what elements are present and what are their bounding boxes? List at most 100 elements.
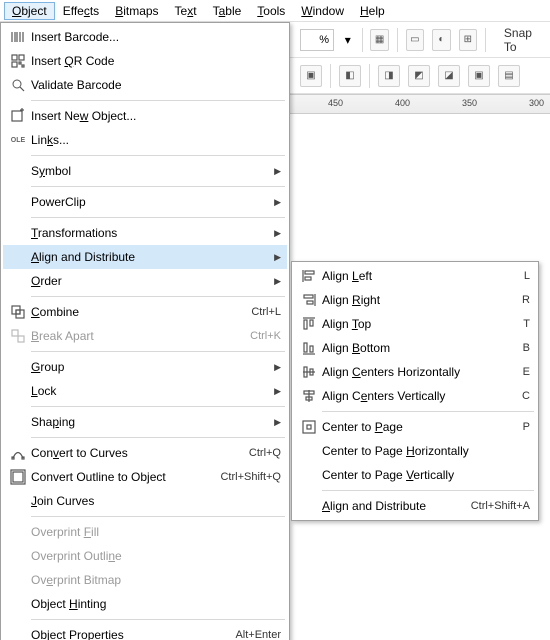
toolbar-align-button-4[interactable]: ◩ [408,65,430,87]
blank-icon [7,490,29,512]
menu-item-insert-qr[interactable]: Insert QR Code [3,49,287,73]
menu-item-validate-barcode[interactable]: Validate Barcode [3,73,287,97]
menu-item-group[interactable]: Group ▶ [3,355,287,379]
snap-to-dropdown[interactable]: Snap To [494,23,550,57]
menu-item-center-to-page-horiz[interactable]: Center to Page Horizontally [294,439,536,463]
menubar-item-help[interactable]: Help [352,2,393,20]
menu-item-center-to-page-vert[interactable]: Center to Page Vertically [294,463,536,487]
menu-item-transformations[interactable]: Transformations ▶ [3,221,287,245]
menu-separator [31,619,285,620]
menu-item-center-to-page[interactable]: Center to Page P [294,415,536,439]
menubar-item-object[interactable]: Object [4,2,55,20]
menubar-item-effects[interactable]: Effects [55,2,107,20]
menu-item-align-and-distribute[interactable]: Align and Distribute ▶ [3,245,287,269]
menu-item-join-curves[interactable]: Join Curves [3,489,287,513]
menu-item-label: Overprint Bitmap [29,573,281,587]
toolbar-align-button-6[interactable]: ▣ [468,65,490,87]
menu-item-align-right[interactable]: Align Right R [294,288,536,312]
align-left-icon [298,265,320,287]
object-menu: Insert Barcode... Insert QR Code Validat… [0,22,290,640]
menu-item-align-and-distribute-dialog[interactable]: Align and Distribute Ctrl+Shift+A [294,494,536,518]
zoom-level-field[interactable]: % [300,29,334,51]
menu-item-convert-outline[interactable]: Convert Outline to Object Ctrl+Shift+Q [3,465,287,489]
menu-item-label: Order [29,274,267,288]
menu-item-label: Break Apart [29,329,238,343]
menubar-item-table[interactable]: Table [205,2,250,20]
menu-item-object-hinting[interactable]: Object Hinting [3,592,287,616]
zoom-percent-label: % [319,34,329,46]
menu-item-align-centers-horiz[interactable]: Align Centers Horizontally E [294,360,536,384]
blank-icon [7,411,29,433]
toolbar-separator [330,64,331,88]
toolbar-align-button-7[interactable]: ▤ [498,65,520,87]
menu-item-shortcut: E [511,366,530,378]
menu-item-align-centers-vert[interactable]: Align Centers Vertically C [294,384,536,408]
menubar-item-tools[interactable]: Tools [249,2,293,20]
toolbar-button-3[interactable]: ◐ [432,29,450,51]
menu-item-insert-new-object[interactable]: Insert New Object... [3,104,287,128]
menu-item-object-properties[interactable]: Object Properties Alt+Enter [3,623,287,640]
menu-item-label: Join Curves [29,494,281,508]
menu-item-links[interactable]: OLE Links... [3,128,287,152]
menubar-item-text[interactable]: Text [167,2,205,20]
menubar-item-window[interactable]: Window [293,2,352,20]
zoom-dropdown-icon[interactable]: ▾ [342,33,354,47]
menu-item-combine[interactable]: Combine Ctrl+L [3,300,287,324]
menu-item-align-top[interactable]: Align Top T [294,312,536,336]
menu-item-align-left[interactable]: Align Left L [294,264,536,288]
menu-item-shaping[interactable]: Shaping ▶ [3,410,287,434]
toolbar-align-button-2[interactable]: ◧ [339,65,361,87]
menu-item-lock[interactable]: Lock ▶ [3,379,287,403]
ruler-tick-label: 400 [395,98,410,108]
menu-item-order[interactable]: Order ▶ [3,269,287,293]
menu-item-align-bottom[interactable]: Align Bottom B [294,336,536,360]
menu-item-powerclip[interactable]: PowerClip ▶ [3,190,287,214]
toolbar-button-2[interactable]: ▭ [406,29,424,51]
blank-icon [7,246,29,268]
menu-item-label: Lock [29,384,267,398]
menu-item-shortcut: C [510,390,530,402]
align-right-icon [298,289,320,311]
blank-icon [7,191,29,213]
menubar: Object Effects Bitmaps Text Table Tools … [0,0,550,22]
submenu-arrow-icon: ▶ [267,228,281,239]
toolbar-separator [397,28,398,52]
convert-outline-icon [7,466,29,488]
toolbar-separator [362,28,363,52]
menu-item-label: Center to Page Vertically [320,468,530,482]
menu-item-label: Align and Distribute [320,499,459,513]
ruler-tick-label: 450 [328,98,343,108]
submenu-arrow-icon: ▶ [267,417,281,428]
toolbar-separator [485,28,486,52]
menu-item-insert-barcode[interactable]: Insert Barcode... [3,25,287,49]
menu-item-label: Overprint Outline [29,549,281,563]
menu-separator [31,406,285,407]
convert-curves-icon [7,442,29,464]
align-bottom-icon [298,337,320,359]
align-center-vert-icon [298,385,320,407]
menu-separator [31,437,285,438]
toolbar-align-button-5[interactable]: ◪ [438,65,460,87]
menu-item-label: Links... [29,133,281,147]
qr-icon [7,50,29,72]
menu-separator [31,155,285,156]
menu-item-symbol[interactable]: Symbol ▶ [3,159,287,183]
blank-icon [7,356,29,378]
blank-icon [298,495,320,517]
toolbar-align-button-3[interactable]: ◨ [378,65,400,87]
submenu-arrow-icon: ▶ [267,362,281,373]
menubar-item-bitmaps[interactable]: Bitmaps [107,2,166,20]
submenu-arrow-icon: ▶ [267,276,281,287]
toolbar-button-4[interactable]: ⊞ [459,29,477,51]
toolbar-button-1[interactable]: ▦ [370,29,388,51]
menu-separator [31,217,285,218]
menu-item-shortcut: Ctrl+Shift+A [459,500,530,512]
menu-item-label: Align Top [320,317,511,331]
toolbar-align-button-1[interactable]: ▣ [300,65,322,87]
menu-item-convert-to-curves[interactable]: Convert to Curves Ctrl+Q [3,441,287,465]
blank-icon [7,569,29,591]
blank-icon [7,593,29,615]
blank-icon [7,270,29,292]
menu-item-shortcut: Ctrl+Q [237,447,281,459]
menu-item-label: Object Hinting [29,597,281,611]
